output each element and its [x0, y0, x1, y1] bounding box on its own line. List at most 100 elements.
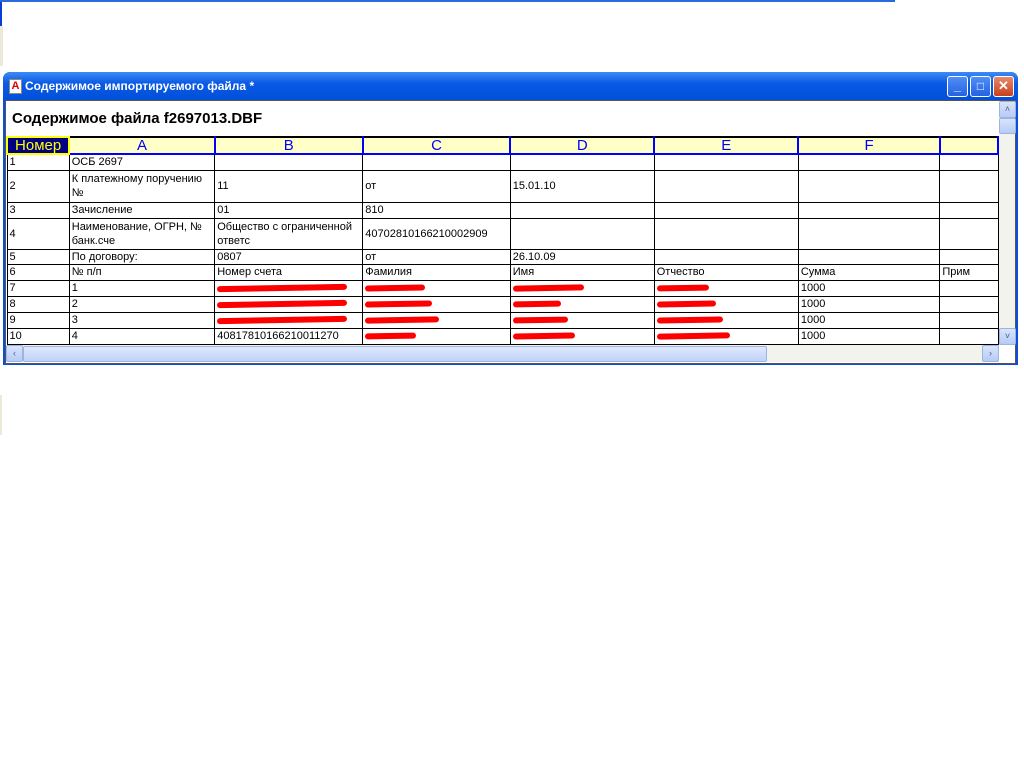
table-cell[interactable]: Общество с ограниченной ответс — [214, 217, 364, 250]
table-cell[interactable]: Прим — [939, 263, 999, 281]
table-cell[interactable]: Сумма — [797, 263, 941, 281]
table-cell[interactable] — [509, 279, 655, 297]
table-cell[interactable] — [653, 327, 799, 345]
table-cell[interactable] — [939, 169, 999, 203]
scroll-up-button[interactable]: ˄ — [999, 101, 1016, 118]
table-row[interactable]: 3 Зачисление 01 810 — [6, 201, 999, 219]
table-cell[interactable] — [509, 153, 655, 171]
table-row[interactable]: 1 ОСБ 2697 — [6, 153, 999, 171]
table-cell[interactable] — [509, 311, 655, 329]
table-cell[interactable] — [509, 217, 655, 250]
table-cell[interactable]: 1 — [68, 279, 216, 297]
table-cell[interactable] — [939, 201, 999, 219]
table-row[interactable]: 5 По договору: 0807 от 26.10.09 — [6, 248, 999, 265]
table-cell[interactable] — [939, 295, 999, 313]
table-cell[interactable] — [939, 279, 999, 297]
table-cell[interactable] — [653, 295, 799, 313]
table-row[interactable]: 10 4 40817810166210011270 1000 — [6, 327, 999, 345]
table-cell[interactable]: от — [362, 169, 511, 203]
title-bar[interactable]: A Содержимое импортируемого файла * _ □ … — [3, 72, 1018, 100]
table-row[interactable]: 7 1 1000 — [6, 279, 999, 297]
table-cell[interactable] — [362, 311, 511, 329]
table-cell[interactable] — [509, 201, 655, 219]
table-cell[interactable]: 26.10.09 — [509, 248, 655, 265]
table-cell[interactable] — [653, 153, 799, 171]
minimize-button[interactable]: _ — [947, 76, 968, 97]
close-button[interactable]: ✕ — [993, 76, 1014, 97]
table-cell[interactable]: Отчество — [653, 263, 799, 281]
table-cell[interactable]: 1000 — [797, 311, 941, 329]
table-cell[interactable] — [653, 248, 799, 265]
table-cell[interactable] — [362, 153, 511, 171]
table-cell[interactable]: 4 — [68, 327, 216, 345]
table-cell[interactable]: 15.01.10 — [509, 169, 655, 203]
table-cell[interactable]: ОСБ 2697 — [68, 153, 216, 171]
row-number[interactable]: 5 — [6, 248, 70, 265]
column-header[interactable]: F — [797, 136, 941, 155]
scroll-right-button[interactable]: › — [982, 345, 999, 362]
table-cell[interactable] — [797, 153, 941, 171]
table-cell[interactable] — [214, 311, 364, 329]
table-cell[interactable]: 40817810166210011270 — [214, 327, 364, 345]
scroll-left-button[interactable]: ‹ — [6, 345, 23, 362]
table-row[interactable]: 2К платежному поручению № 11 от 15.01.10 — [6, 169, 999, 203]
column-header[interactable]: A — [68, 136, 216, 155]
table-cell[interactable] — [214, 295, 364, 313]
table-cell[interactable]: 1000 — [797, 295, 941, 313]
table-cell[interactable] — [214, 279, 364, 297]
row-number[interactable]: 6 — [6, 263, 70, 281]
row-number[interactable]: 2 — [6, 169, 70, 203]
table-cell[interactable] — [797, 248, 941, 265]
table-cell[interactable]: 3 — [68, 311, 216, 329]
table-cell[interactable] — [939, 153, 999, 171]
column-header[interactable]: C — [361, 136, 512, 155]
table-row[interactable]: 4 Наименование, ОГРН, № банк.сче Общество … — [6, 217, 999, 250]
table-cell[interactable]: от — [362, 248, 511, 265]
column-header[interactable]: E — [653, 136, 800, 155]
table-cell[interactable] — [362, 327, 511, 345]
column-header[interactable]: Номер — [6, 136, 71, 155]
table-cell[interactable]: Наименование, ОГРН, № банк.сче — [68, 217, 216, 250]
table-cell[interactable] — [653, 217, 799, 250]
table-cell[interactable]: 810 — [362, 201, 511, 219]
vertical-scrollbar[interactable]: ˄ ˅ — [999, 101, 1016, 345]
table-cell[interactable] — [653, 279, 799, 297]
table-cell[interactable]: 01 — [214, 201, 364, 219]
table-cell[interactable] — [362, 279, 511, 297]
row-number[interactable]: 8 — [6, 295, 70, 313]
table-cell[interactable] — [939, 217, 999, 250]
table-cell[interactable] — [509, 295, 655, 313]
horizontal-scroll-thumb[interactable] — [23, 346, 767, 362]
table-cell[interactable] — [939, 327, 999, 345]
table-cell[interactable] — [653, 201, 799, 219]
table-cell[interactable] — [797, 201, 941, 219]
table-cell[interactable]: К платежному поручению № — [68, 169, 216, 203]
table-cell[interactable]: Фамилия — [362, 263, 511, 281]
table-cell[interactable]: Имя — [509, 263, 655, 281]
row-number[interactable]: 3 — [6, 201, 70, 219]
table-cell[interactable] — [362, 295, 511, 313]
table-cell[interactable]: 0807 — [214, 248, 364, 265]
table-cell[interactable]: Номер счета — [214, 263, 364, 281]
row-number[interactable]: 9 — [6, 311, 70, 329]
table-cell[interactable] — [509, 327, 655, 345]
table-cell[interactable]: 1000 — [797, 327, 941, 345]
table-cell[interactable]: По договору: — [68, 248, 216, 265]
table-row[interactable]: 8 2 1000 — [6, 295, 999, 313]
vertical-scroll-thumb[interactable] — [999, 118, 1016, 134]
table-cell[interactable] — [939, 248, 999, 265]
table-cell[interactable] — [653, 311, 799, 329]
table-cell[interactable]: № п/п — [68, 263, 216, 281]
scroll-down-button[interactable]: ˅ — [999, 328, 1016, 345]
table-cell[interactable]: 1000 — [797, 279, 941, 297]
table-cell[interactable] — [797, 217, 941, 250]
maximize-button[interactable]: □ — [970, 76, 991, 97]
row-number[interactable]: 4 — [6, 217, 70, 250]
table-cell[interactable] — [939, 311, 999, 329]
horizontal-scrollbar[interactable]: ‹ › — [6, 345, 999, 362]
column-header[interactable] — [938, 136, 999, 155]
table-cell[interactable] — [797, 169, 941, 203]
row-number[interactable]: 7 — [6, 279, 70, 297]
table-cell[interactable]: 40702810166210002909 — [362, 217, 511, 250]
table-row[interactable]: 9 3 1000 — [6, 311, 999, 329]
